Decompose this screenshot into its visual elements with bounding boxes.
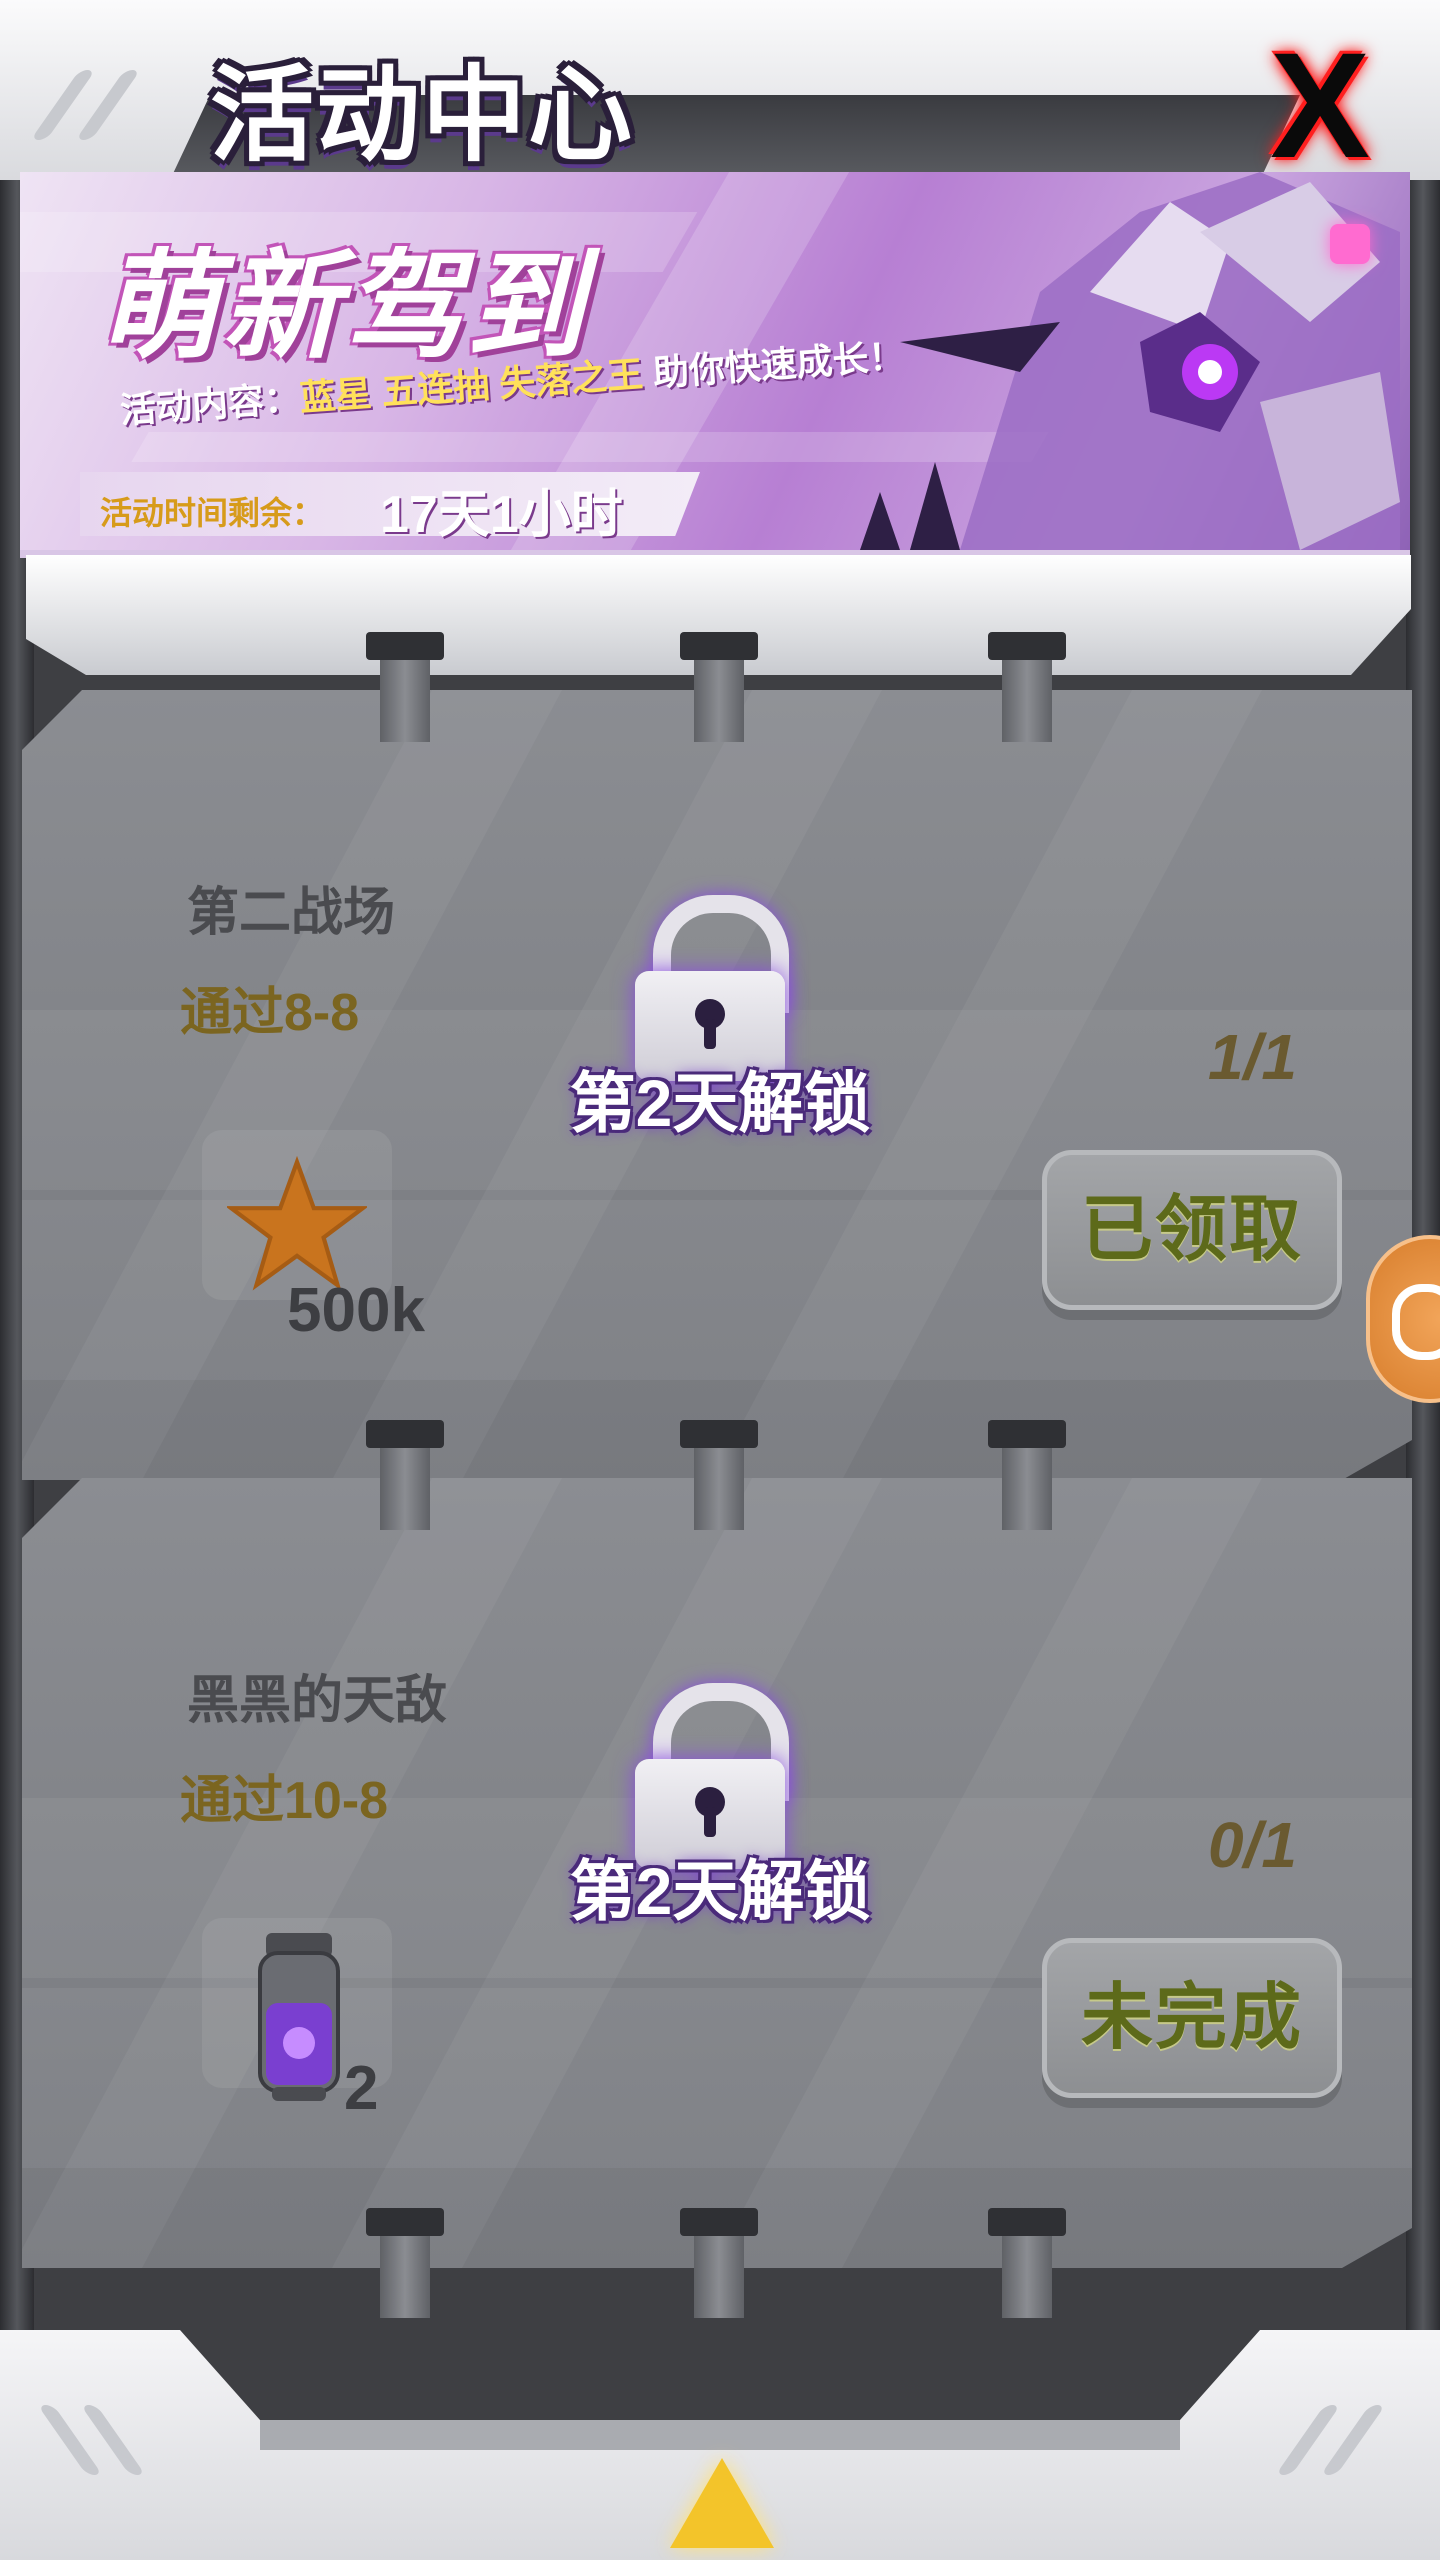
time-remaining-value: 17天1小时 (380, 486, 623, 544)
side-tab-icon (1392, 1284, 1440, 1360)
card-clip (366, 2208, 444, 2318)
incomplete-button[interactable]: 未完成 (1042, 1938, 1342, 2098)
banner-desc-item-1: 蓝星 (298, 372, 374, 419)
card-clip (680, 2208, 758, 2318)
reward-count: 500k (287, 1276, 425, 1345)
unlock-day-label: 第2天解锁 (569, 1854, 871, 1928)
card-clip (366, 1420, 444, 1530)
time-remaining-label: 活动时间剩余： (100, 495, 325, 531)
scroll-up-arrow-icon[interactable] (670, 2458, 774, 2548)
lock-icon (635, 1683, 789, 1869)
page-title: 活动中心 (210, 58, 635, 174)
mecha-character-icon (860, 172, 1400, 550)
card-clip (988, 2208, 1066, 2318)
card-clip (680, 632, 758, 742)
close-button[interactable]: X (1245, 30, 1395, 180)
card-clip (988, 632, 1066, 742)
star-icon (227, 1155, 367, 1295)
task-condition: 通过8-8 (180, 984, 360, 1042)
footer-inner-bar (260, 2420, 1180, 2450)
unlock-day-label: 第2天解锁 (569, 1066, 871, 1140)
card-clip (988, 1420, 1066, 1530)
task-title: 黑黑的天敌 (187, 1672, 448, 1730)
task-title: 第二战场 (187, 884, 396, 942)
claimed-button[interactable]: 已领取 (1042, 1150, 1342, 1310)
banner-desc-item-3: 失落之王 (497, 353, 645, 405)
header-bar: 活动中心 X (0, 0, 1440, 190)
banner-gem-icon (1330, 224, 1370, 264)
lock-icon (635, 895, 789, 1081)
banner-desc-prefix: 活动内容： (118, 377, 302, 431)
banner-desc-item-2: 五连抽 (380, 364, 491, 413)
event-banner: 萌新驾到 活动内容：蓝星 五连抽 失落之王 助你快速成长！ 活动时间剩余： 17… (20, 172, 1410, 558)
reward-count: 2 (344, 2054, 379, 2123)
card-clip (680, 1420, 758, 1530)
card-clip (366, 632, 444, 742)
potion-icon (254, 1933, 344, 2103)
task-condition: 通过10-8 (180, 1772, 389, 1830)
